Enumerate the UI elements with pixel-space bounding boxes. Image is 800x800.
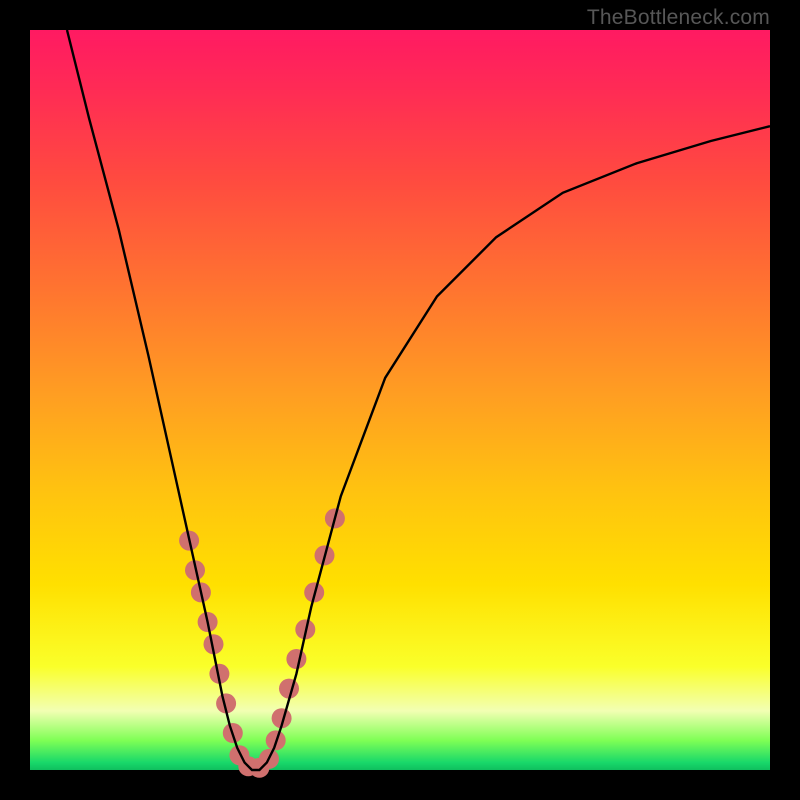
watermark-text: TheBottleneck.com — [587, 6, 770, 30]
plot-area — [30, 30, 770, 770]
chart-frame: TheBottleneck.com — [0, 0, 800, 800]
bottleneck-curve — [67, 30, 770, 770]
marker-dot — [286, 649, 306, 669]
marker-group — [179, 508, 345, 777]
chart-svg — [30, 30, 770, 770]
